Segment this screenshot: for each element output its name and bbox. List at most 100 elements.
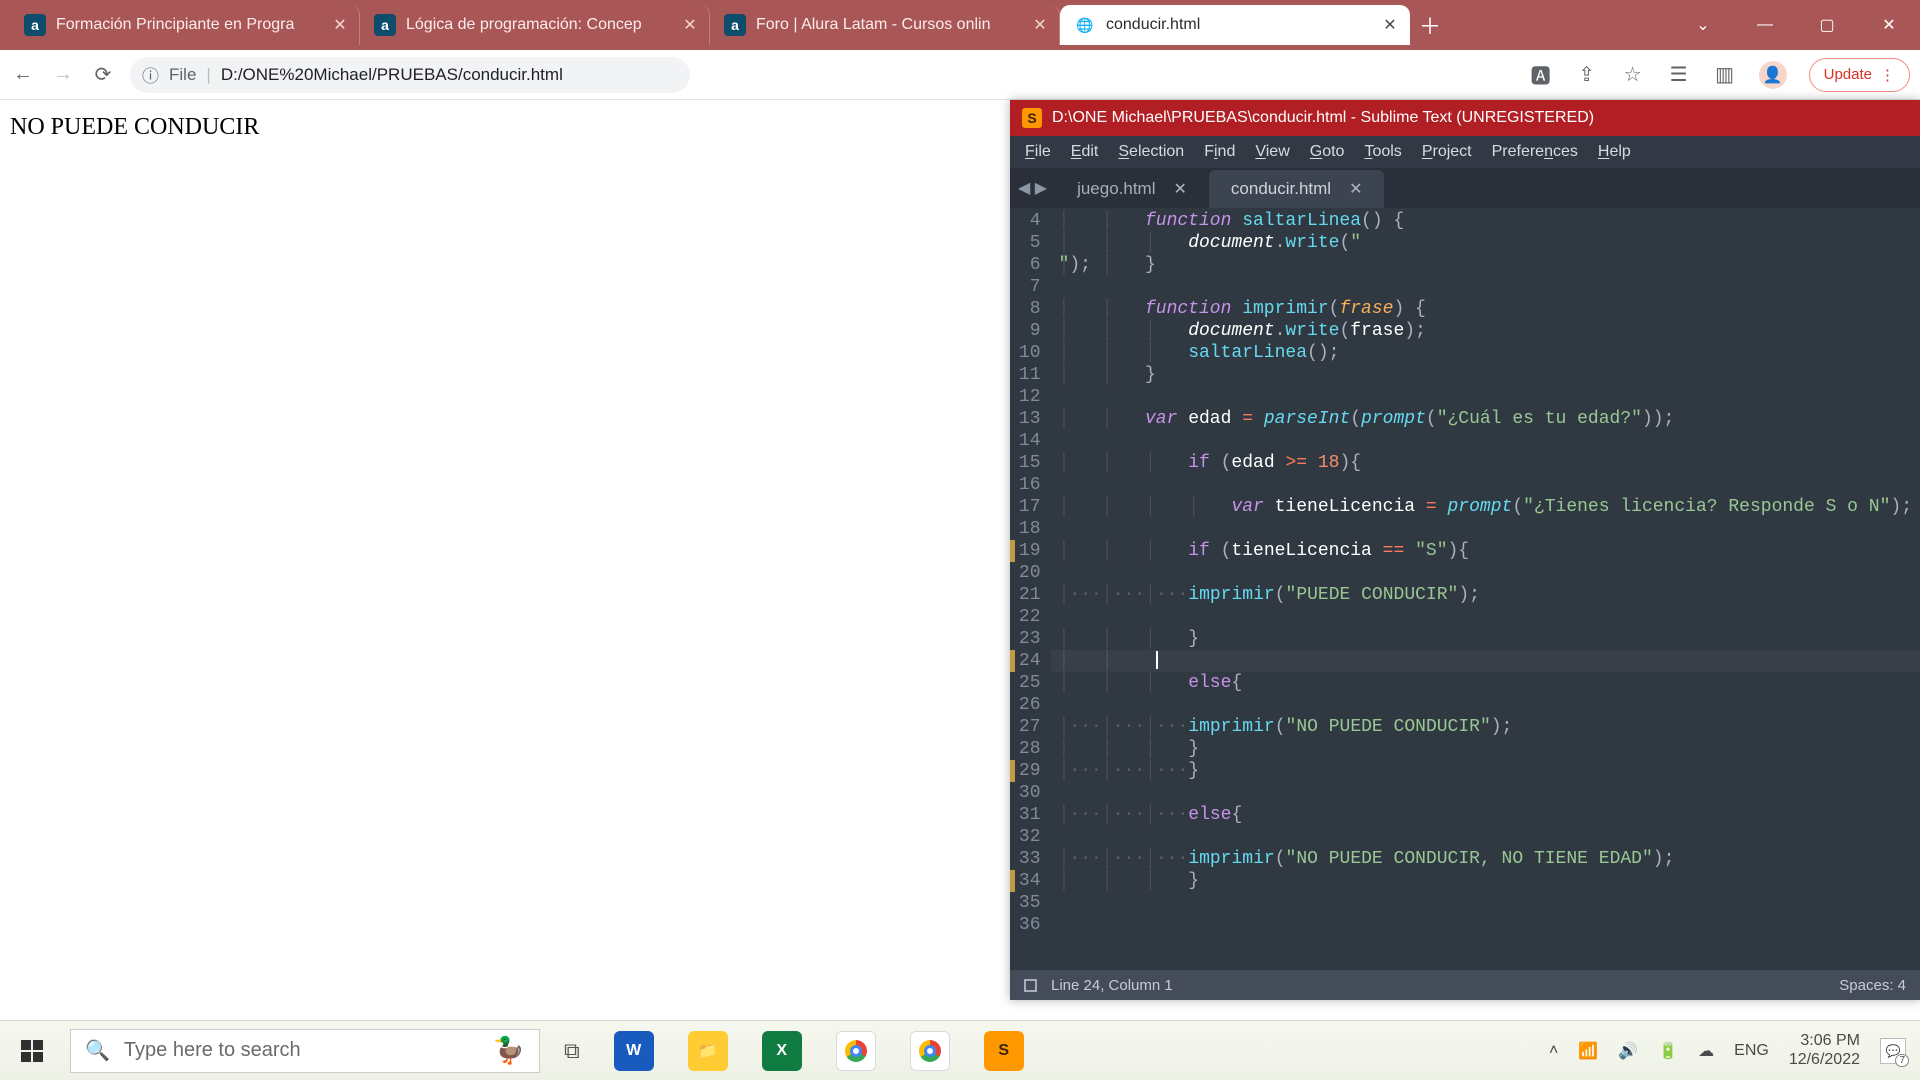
- editor-tab-juego[interactable]: juego.html ✕: [1055, 170, 1209, 208]
- close-icon[interactable]: ✕: [1031, 15, 1049, 35]
- close-icon[interactable]: ✕: [1381, 15, 1399, 35]
- tab-title: Formación Principiante en Progra: [56, 16, 323, 34]
- panel-switch-icon[interactable]: [1024, 979, 1037, 992]
- maximize-button[interactable]: ▢: [1796, 0, 1858, 50]
- browser-tab-1[interactable]: a Formación Principiante en Progra ✕: [10, 5, 360, 45]
- share-icon[interactable]: ⇪: [1575, 62, 1599, 87]
- search-placeholder: Type here to search: [124, 1039, 301, 1062]
- menu-selection[interactable]: Selection: [1109, 139, 1193, 165]
- new-tab-button[interactable]: ＋: [1410, 5, 1450, 45]
- system-tray: ˄ 📶 🔊 🔋 ☁ ENG 3:06 PM 12/6/2022 💬7: [1549, 1032, 1920, 1069]
- page-content: NO PUEDE CONDUCIR: [0, 100, 1010, 1000]
- globe-icon: 🌐: [1074, 14, 1096, 36]
- profile-avatar[interactable]: 👤: [1759, 61, 1787, 89]
- sublime-logo-icon: S: [1022, 108, 1042, 128]
- page-output-text: NO PUEDE CONDUCIR: [10, 114, 259, 140]
- minimize-button[interactable]: —: [1734, 0, 1796, 50]
- close-window-button[interactable]: ✕: [1858, 0, 1920, 50]
- file-explorer-icon[interactable]: 📁: [688, 1031, 728, 1071]
- browser-tab-strip: a Formación Principiante en Progra ✕ a L…: [0, 0, 1920, 50]
- clock-time: 3:06 PM: [1789, 1032, 1860, 1050]
- side-panel-icon[interactable]: ▥: [1713, 62, 1737, 87]
- info-icon: ⓘ: [142, 62, 159, 87]
- indent-indicator[interactable]: Spaces: 4: [1839, 977, 1906, 994]
- windows-taskbar: 🔍 Type here to search 🦆 ⧉ W 📁 X S ˄ 📶 🔊 …: [0, 1020, 1920, 1080]
- address-bar[interactable]: ⓘ File | D:/ONE%20Michael/PRUEBAS/conduc…: [130, 57, 690, 93]
- browser-tab-active[interactable]: 🌐 conducir.html ✕: [1060, 5, 1410, 45]
- alura-icon: a: [374, 14, 396, 36]
- menu-help[interactable]: Help: [1589, 139, 1640, 165]
- tab-title: conducir.html: [1106, 16, 1373, 34]
- close-icon[interactable]: ✕: [331, 15, 349, 35]
- translate-icon[interactable]: 🅰: [1529, 60, 1553, 89]
- taskbar-pinned: ⧉ W 📁 X S: [564, 1021, 1024, 1081]
- cursor-position: Line 24, Column 1: [1051, 977, 1173, 994]
- battery-icon[interactable]: 🔋: [1658, 1041, 1678, 1061]
- sublime-title-text: D:\ONE Michael\PRUEBAS\conducir.html - S…: [1052, 109, 1594, 127]
- forward-button[interactable]: →: [50, 63, 76, 86]
- menu-file[interactable]: File: [1016, 139, 1060, 165]
- window-controls: ⌄ — ▢ ✕: [1672, 0, 1920, 50]
- sublime-icon[interactable]: S: [984, 1031, 1024, 1071]
- taskbar-clock[interactable]: 3:06 PM 12/6/2022: [1789, 1032, 1860, 1069]
- clock-date: 12/6/2022: [1789, 1051, 1860, 1069]
- editor-area[interactable]: 4567891011121314151617181920212223242526…: [1010, 208, 1920, 970]
- wifi-icon[interactable]: 📶: [1578, 1041, 1598, 1061]
- tab-history-nav[interactable]: ◀ ▶: [1018, 168, 1055, 208]
- close-icon[interactable]: ✕: [681, 15, 699, 35]
- chrome-icon-2[interactable]: [910, 1031, 950, 1071]
- url-separator: |: [206, 65, 210, 85]
- excel-icon[interactable]: X: [762, 1031, 802, 1071]
- code-view[interactable]: │ │ function saltarLinea() {│ │ │ docume…: [1051, 208, 1920, 970]
- editor-tab-conducir[interactable]: conducir.html ✕: [1209, 170, 1385, 208]
- tab-label: conducir.html: [1231, 179, 1331, 199]
- reload-button[interactable]: ⟳: [90, 62, 116, 87]
- sublime-titlebar[interactable]: S D:\ONE Michael\PRUEBAS\conducir.html -…: [1010, 100, 1920, 136]
- menu-view[interactable]: View: [1246, 139, 1298, 165]
- browser-tab-2[interactable]: a Lógica de programación: Concep ✕: [360, 5, 710, 45]
- more-icon: ⋮: [1880, 66, 1895, 84]
- close-icon[interactable]: ✕: [1349, 179, 1362, 199]
- menu-tools[interactable]: Tools: [1355, 139, 1410, 165]
- chrome-icon[interactable]: [836, 1031, 876, 1071]
- url-scheme: File: [169, 65, 196, 85]
- windows-icon: [21, 1040, 43, 1062]
- notification-center-icon[interactable]: 💬7: [1880, 1038, 1906, 1064]
- volume-icon[interactable]: 🔊: [1618, 1041, 1638, 1061]
- tray-chevron-icon[interactable]: ˄: [1549, 1042, 1558, 1060]
- back-button[interactable]: ←: [10, 63, 36, 86]
- update-label: Update: [1824, 66, 1872, 83]
- menu-goto[interactable]: Goto: [1301, 139, 1354, 165]
- line-gutter: 4567891011121314151617181920212223242526…: [1010, 208, 1051, 970]
- tab-label: juego.html: [1077, 179, 1155, 199]
- browser-toolbar: ← → ⟳ ⓘ File | D:/ONE%20Michael/PRUEBAS/…: [0, 50, 1920, 100]
- search-icon: 🔍: [85, 1038, 110, 1063]
- sublime-menubar: File Edit Selection Find View Goto Tools…: [1010, 136, 1920, 168]
- sublime-window: S D:\ONE Michael\PRUEBAS\conducir.html -…: [1010, 100, 1920, 1000]
- tab-search-icon[interactable]: ⌄: [1672, 0, 1734, 50]
- bookmark-icon[interactable]: ☆: [1621, 62, 1645, 87]
- sublime-statusbar: Line 24, Column 1 Spaces: 4: [1010, 970, 1920, 1000]
- tab-title: Lógica de programación: Concep: [406, 16, 673, 34]
- sublime-tabbar: ◀ ▶ juego.html ✕ conducir.html ✕: [1010, 168, 1920, 208]
- taskbar-search[interactable]: 🔍 Type here to search 🦆: [70, 1029, 540, 1073]
- browser-tab-3[interactable]: a Foro | Alura Latam - Cursos onlin ✕: [710, 5, 1060, 45]
- alura-icon: a: [24, 14, 46, 36]
- start-button[interactable]: [0, 1021, 64, 1081]
- onedrive-icon[interactable]: ☁: [1698, 1041, 1714, 1061]
- close-icon[interactable]: ✕: [1174, 179, 1187, 199]
- task-view-icon[interactable]: ⧉: [564, 1038, 580, 1064]
- reading-list-icon[interactable]: ☰: [1667, 62, 1691, 87]
- alura-icon: a: [724, 14, 746, 36]
- tab-title: Foro | Alura Latam - Cursos onlin: [756, 16, 1023, 34]
- language-indicator[interactable]: ENG: [1734, 1042, 1769, 1060]
- menu-preferences[interactable]: Preferences: [1483, 139, 1587, 165]
- notification-count: 7: [1895, 1054, 1909, 1067]
- menu-edit[interactable]: Edit: [1062, 139, 1108, 165]
- search-highlight-icon: 🦆: [493, 1035, 525, 1066]
- update-button[interactable]: Update ⋮: [1809, 58, 1910, 92]
- menu-project[interactable]: Project: [1413, 139, 1481, 165]
- menu-find[interactable]: Find: [1195, 139, 1244, 165]
- word-icon[interactable]: W: [614, 1031, 654, 1071]
- url-path: D:/ONE%20Michael/PRUEBAS/conducir.html: [221, 65, 563, 85]
